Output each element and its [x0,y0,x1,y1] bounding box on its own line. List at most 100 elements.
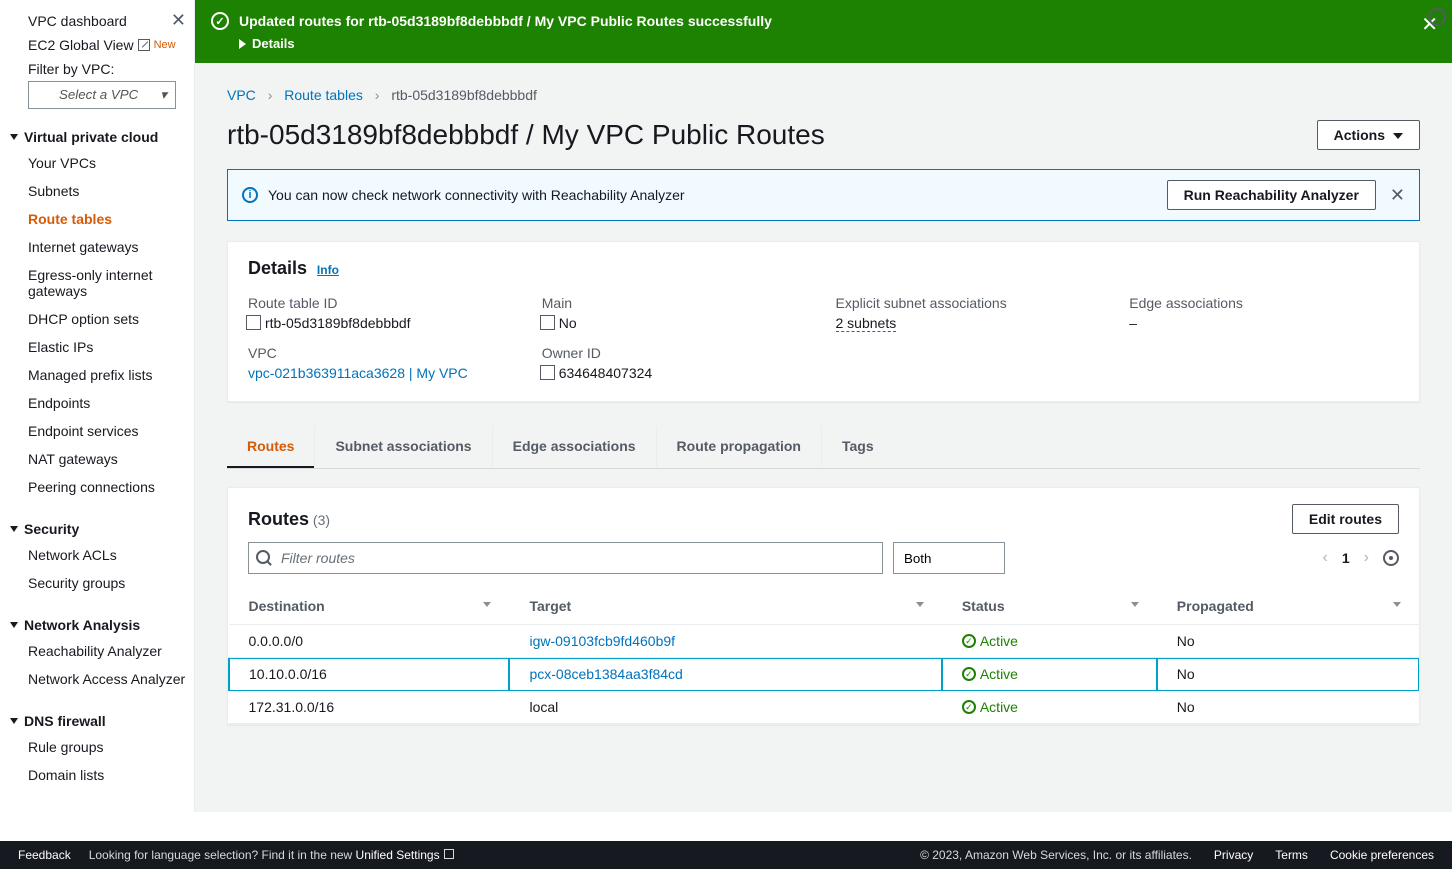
nav-elastic-ips[interactable]: Elastic IPs [10,333,194,361]
table-row[interactable]: 172.31.0.0/16 local ✓Active No [229,691,1419,724]
nav-group-header-firewall[interactable]: Network Firewall [10,805,194,812]
nav-group-header-security[interactable]: Security [10,517,194,541]
unified-settings-link[interactable]: Unified Settings [356,848,440,862]
main-content: ✓ Updated routes for rtb-05d3189bf8debbb… [195,0,1452,812]
table-row[interactable]: 10.10.0.0/16 pcx-08ceb1384aa3f84cd ✓Acti… [229,658,1419,691]
cell-status: ✓Active [942,658,1157,691]
nav-network-acls[interactable]: Network ACLs [10,541,194,569]
routes-panel: Routes (3) Edit routes Both ‹ [227,487,1420,725]
tab-edge-associations[interactable]: Edge associations [492,426,656,468]
reachability-text: You can now check network connectivity w… [268,187,685,203]
close-icon[interactable]: ✕ [171,10,186,31]
search-icon [256,550,270,564]
feedback-link[interactable]: Feedback [18,848,71,862]
col-propagated[interactable]: Propagated [1157,588,1419,625]
new-badge: New [154,39,176,51]
prev-page-icon[interactable]: ‹ [1323,549,1328,567]
details-info-link[interactable]: Info [317,263,339,277]
copy-icon[interactable] [542,317,555,330]
help-icon[interactable]: i [1428,8,1446,26]
vpc-dashboard-link[interactable]: VPC dashboard [28,13,127,29]
nav-route-tables[interactable]: Route tables [10,205,194,233]
filter-routes-input[interactable] [248,542,883,574]
tab-tags[interactable]: Tags [821,426,894,468]
target-link[interactable]: igw-09103fcb9fd460b9f [529,633,675,649]
check-circle-icon: ✓ [962,634,976,648]
nav-group-analysis: Network Analysis Reachability Analyzer N… [10,613,194,693]
tab-subnet-associations[interactable]: Subnet associations [314,426,491,468]
nav-network-access-analyzer[interactable]: Network Access Analyzer [10,665,194,693]
nav-internet-gateways[interactable]: Internet gateways [10,233,194,261]
copy-icon[interactable] [542,367,555,380]
explicit-subnets-link[interactable]: 2 subnets [836,315,897,332]
external-link-icon [138,39,150,51]
nav-group-header-vpc[interactable]: Virtual private cloud [10,125,194,149]
nav-endpoints[interactable]: Endpoints [10,389,194,417]
close-reachability-icon[interactable]: ✕ [1390,185,1405,206]
tab-route-propagation[interactable]: Route propagation [656,426,821,468]
routes-filter-select[interactable]: Both [893,542,1005,574]
nav-your-vpcs[interactable]: Your VPCs [10,149,194,177]
caret-down-icon [10,718,18,724]
ec2-global-view-link[interactable]: EC2 Global View [28,37,134,53]
page-number: 1 [1342,550,1350,566]
sidebar: VPC dashboard ✕ EC2 Global View New Filt… [0,0,195,812]
nav-group-header-analysis[interactable]: Network Analysis [10,613,194,637]
cell-propagated: No [1157,691,1419,724]
caret-down-icon [10,622,18,628]
actions-button[interactable]: Actions [1317,120,1420,150]
breadcrumb-vpc[interactable]: VPC [227,87,256,103]
nav-prefix-lists[interactable]: Managed prefix lists [10,361,194,389]
cell-target: pcx-08ceb1384aa3f84cd [509,658,941,691]
nav-group-vpc: Virtual private cloud Your VPCs Subnets … [10,125,194,501]
nav-nat-gateways[interactable]: NAT gateways [10,445,194,473]
sort-icon [916,602,924,607]
next-page-icon[interactable]: › [1364,549,1369,567]
terms-link[interactable]: Terms [1275,848,1308,862]
nav-egress-gateways[interactable]: Egress-only internet gateways [10,261,194,305]
check-circle-icon: ✓ [962,667,976,681]
col-status[interactable]: Status [942,588,1157,625]
privacy-link[interactable]: Privacy [1214,848,1253,862]
info-icon: i [242,187,258,203]
banner-details-toggle[interactable]: Details [239,36,1436,51]
table-row[interactable]: 0.0.0.0/0 igw-09103fcb9fd460b9f ✓Active … [229,625,1419,658]
nav-dhcp[interactable]: DHCP option sets [10,305,194,333]
run-reachability-button[interactable]: Run Reachability Analyzer [1167,180,1376,210]
gear-icon[interactable] [1383,550,1399,566]
cell-target: local [509,691,941,724]
cell-propagated: No [1157,625,1419,658]
nav-reachability-analyzer[interactable]: Reachability Analyzer [10,637,194,665]
tab-routes[interactable]: Routes [227,426,314,468]
edit-routes-button[interactable]: Edit routes [1292,504,1399,534]
route-table-id-value: rtb-05d3189bf8debbbdf [265,315,411,331]
owner-id-value: 634648407324 [559,365,652,381]
nav-endpoint-services[interactable]: Endpoint services [10,417,194,445]
breadcrumb-route-tables[interactable]: Route tables [284,87,363,103]
nav-rule-groups[interactable]: Rule groups [10,733,194,761]
check-circle-icon: ✓ [211,12,229,30]
nav-domain-lists[interactable]: Domain lists [10,761,194,789]
col-destination[interactable]: Destination [229,588,510,625]
nav-subnets[interactable]: Subnets [10,177,194,205]
details-title: Details [248,258,307,279]
nav-group-header-dns[interactable]: DNS firewall [10,709,194,733]
nav-peering[interactable]: Peering connections [10,473,194,501]
edge-label: Edge associations [1129,295,1399,311]
routes-title: Routes [248,509,309,529]
caret-down-icon [10,526,18,532]
caret-down-icon [1393,133,1403,139]
cookie-preferences-link[interactable]: Cookie preferences [1330,848,1434,862]
breadcrumb: VPC › Route tables › rtb-05d3189bf8debbb… [227,87,1420,103]
vpc-label: VPC [248,345,518,361]
footer: Feedback Looking for language selection?… [0,841,1452,869]
vpc-link[interactable]: vpc-021b363911aca3628 | My VPC [248,365,468,381]
copy-icon[interactable] [248,317,261,330]
col-target[interactable]: Target [509,588,941,625]
nav-security-groups[interactable]: Security groups [10,569,194,597]
check-circle-icon: ✓ [962,700,976,714]
target-link[interactable]: pcx-08ceb1384aa3f84cd [529,666,682,682]
explicit-label: Explicit subnet associations [836,295,1106,311]
filter-vpc-select[interactable]: Select a VPC ▾ [28,81,176,109]
cell-destination: 0.0.0.0/0 [229,625,510,658]
